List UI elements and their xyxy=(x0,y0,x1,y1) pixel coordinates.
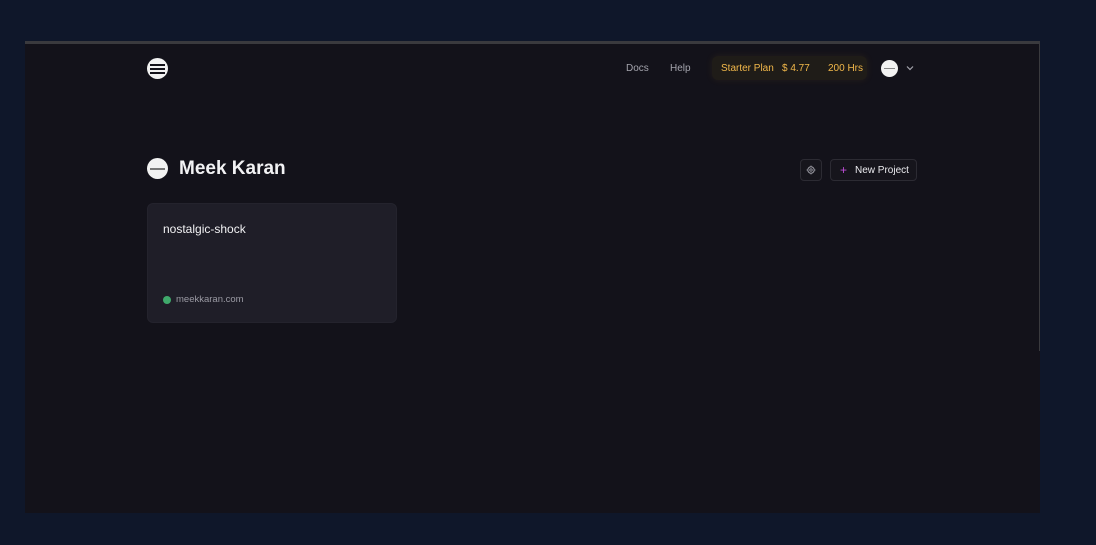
project-card[interactable]: nostalgic-shock meekkaran.com xyxy=(147,203,397,323)
plan-usage-badge[interactable]: Starter Plan $ 4.77 200 Hrs xyxy=(712,56,867,80)
chevron-down-icon[interactable] xyxy=(905,63,915,73)
new-project-label: New Project xyxy=(855,165,909,176)
user-avatar[interactable] xyxy=(881,60,898,77)
plan-hours: 200 Hrs xyxy=(828,63,864,74)
status-indicator-icon xyxy=(163,296,171,304)
dashboard-window: Docs Help Starter Plan $ 4.77 200 Hrs Me… xyxy=(25,41,1040,513)
top-navigation: Docs Help Starter Plan $ 4.77 200 Hrs xyxy=(25,44,1040,94)
plan-name: Starter Plan xyxy=(721,63,774,74)
project-domain-link[interactable]: meekkaran.com xyxy=(176,294,244,305)
team-name: Meek Karan xyxy=(179,158,286,179)
plan-credit: $ 4.77 xyxy=(782,63,810,74)
team-avatar xyxy=(147,158,168,179)
docs-link[interactable]: Docs xyxy=(626,63,649,74)
window-edge xyxy=(1039,41,1040,351)
gear-icon xyxy=(806,165,816,175)
new-project-button[interactable]: + New Project xyxy=(830,159,917,181)
plus-icon: + xyxy=(840,163,848,177)
app-logo-icon[interactable] xyxy=(147,58,168,79)
project-name: nostalgic-shock xyxy=(163,222,246,236)
help-link[interactable]: Help xyxy=(670,63,691,74)
team-settings-button[interactable] xyxy=(800,159,822,181)
